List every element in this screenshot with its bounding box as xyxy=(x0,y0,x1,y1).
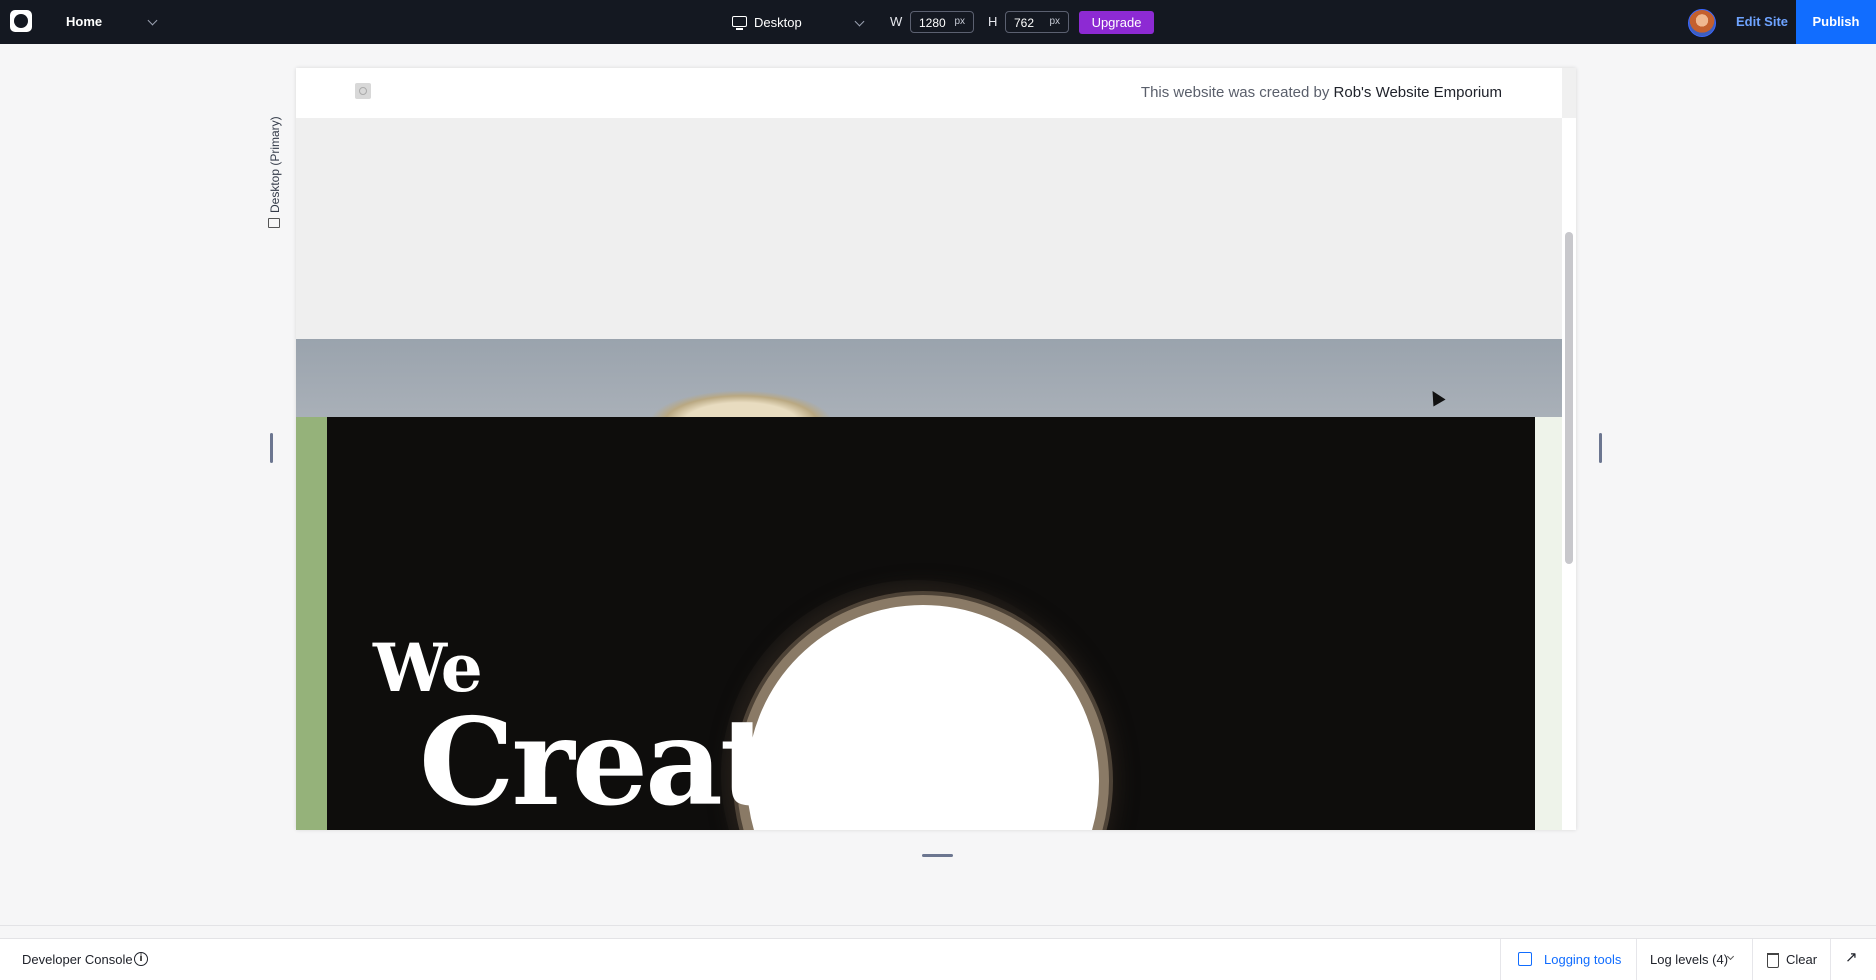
trash-icon xyxy=(1767,953,1779,968)
width-label: W xyxy=(890,14,903,29)
external-link-icon xyxy=(1518,952,1532,966)
site-preview: This website was created by Rob's Websit… xyxy=(296,68,1576,830)
width-value: 1280 xyxy=(919,16,946,30)
page-selector[interactable]: Home xyxy=(66,0,102,44)
page-selector-label: Home xyxy=(66,14,103,29)
divider xyxy=(1830,939,1831,980)
divider xyxy=(1752,939,1753,980)
desktop-monitor-icon xyxy=(732,16,747,30)
developer-console-bar: Developer Console i Logging tools Log le… xyxy=(0,938,1876,980)
desktop-breakpoint-icon xyxy=(268,218,280,228)
height-label: H xyxy=(988,14,998,29)
divider xyxy=(0,925,1876,926)
hero-heading-line2: Create xyxy=(419,692,849,830)
device-selector-label: Desktop xyxy=(754,15,802,30)
width-unit: px xyxy=(954,16,965,27)
user-avatar[interactable] xyxy=(1688,9,1716,37)
info-icon[interactable]: i xyxy=(134,952,148,966)
wix-logo-icon[interactable] xyxy=(10,10,32,32)
expand-arrow-icon[interactable]: ↗ xyxy=(1845,950,1858,965)
divider xyxy=(1500,939,1501,980)
hero-right-accent xyxy=(1535,417,1562,830)
site-header: This website was created by Rob's Websit… xyxy=(296,68,1562,119)
resize-handle-right[interactable] xyxy=(1599,433,1602,463)
publish-button[interactable]: Publish xyxy=(1796,0,1876,44)
breakpoint-label: Desktop (Primary) xyxy=(268,78,286,228)
height-unit: px xyxy=(1049,16,1060,27)
device-chevron-down-icon[interactable] xyxy=(854,16,865,27)
hero-left-accent xyxy=(296,417,327,830)
site-logo-icon[interactable] xyxy=(355,83,371,99)
resize-handle-bottom[interactable] xyxy=(922,854,953,857)
sky-image-strip xyxy=(296,339,1562,417)
height-value: 762 xyxy=(1014,16,1035,30)
width-input[interactable]: 1280 px xyxy=(910,11,974,33)
preview-scrollbar-thumb[interactable] xyxy=(1565,232,1573,564)
editor-topbar: Home Desktop W 1280 px H 762 px Upgrade … xyxy=(0,0,1876,44)
developer-console-title: Developer Console xyxy=(22,952,133,967)
divider xyxy=(1636,939,1637,980)
logging-tools-link[interactable]: Logging tools xyxy=(1544,939,1621,980)
breakpoint-label-text: Desktop (Primary) xyxy=(268,116,282,213)
empty-section xyxy=(296,118,1562,339)
edit-site-button[interactable]: Edit Site xyxy=(1736,0,1788,44)
credit-prefix: This website was created by xyxy=(1140,84,1330,101)
upgrade-button[interactable]: Upgrade xyxy=(1079,11,1154,34)
clear-button[interactable]: Clear xyxy=(1786,939,1817,980)
page-chevron-down-icon[interactable] xyxy=(147,15,158,26)
resize-handle-left[interactable] xyxy=(270,433,273,463)
log-levels-dropdown[interactable]: Log levels (4) xyxy=(1650,939,1728,980)
hero-section[interactable]: We Create xyxy=(327,417,1535,830)
credit-name[interactable]: Rob's Website Emporium xyxy=(1334,84,1502,101)
height-input[interactable]: 762 px xyxy=(1005,11,1069,33)
device-selector[interactable]: Desktop xyxy=(754,0,802,44)
site-credit: This website was created by Rob's Websit… xyxy=(1141,84,1502,101)
